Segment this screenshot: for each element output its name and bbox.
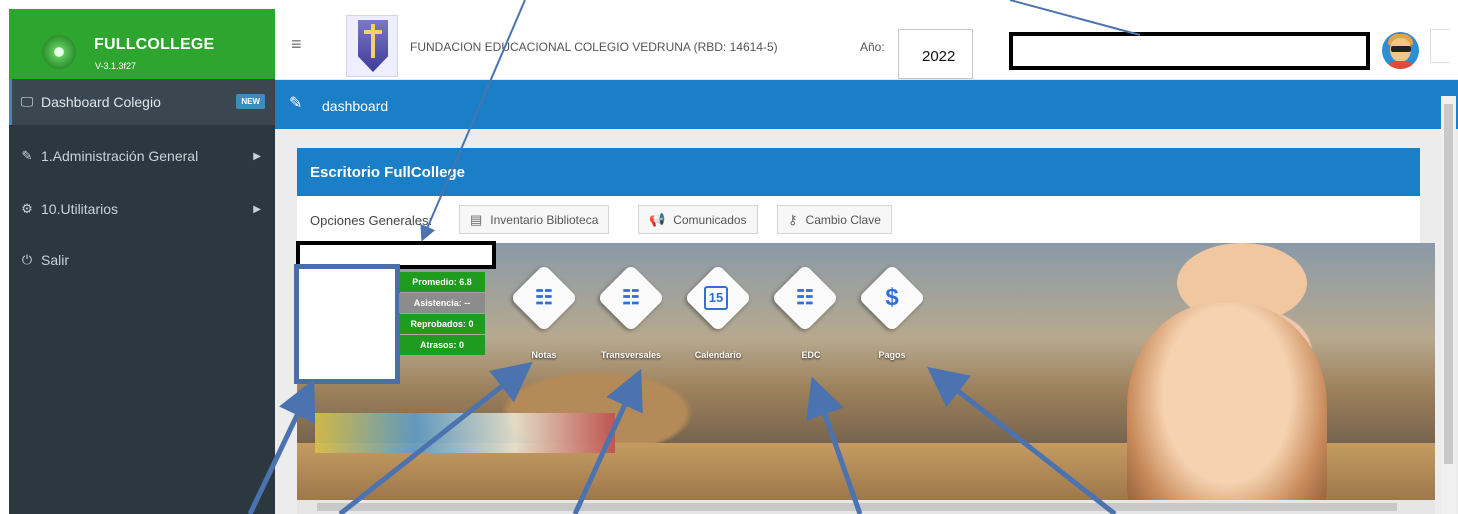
sidebar-item-label: Dashboard Colegio bbox=[41, 94, 161, 110]
clipboard-icon: ☷ bbox=[796, 287, 814, 309]
calendar-icon: 15 bbox=[704, 286, 728, 310]
scrollbar-thumb[interactable] bbox=[317, 503, 1397, 511]
stat-asistencia: Asistencia: -- bbox=[399, 293, 485, 313]
options-toolbar: Opciones Generales: ▤ Inventario Bibliot… bbox=[297, 196, 1420, 243]
logo-icon bbox=[42, 35, 76, 69]
chevron-right-icon: ▶ bbox=[253, 150, 261, 162]
avatar-sunglasses bbox=[1391, 46, 1411, 52]
stat-atrasos: Atrasos: 0 bbox=[399, 335, 485, 355]
school-name: FUNDACION EDUCACIONAL COLEGIO VEDRUNA (R… bbox=[410, 40, 778, 54]
sidebar-item-label: 1.Administración General bbox=[41, 148, 199, 164]
year-selector[interactable]: 2022 bbox=[898, 29, 973, 79]
book-icon: ▤ bbox=[470, 211, 483, 227]
app-version: V-3.1.3f27 bbox=[95, 61, 137, 71]
breadcrumb: ✎ dashboard bbox=[275, 80, 1458, 129]
stat-promedio: Promedio: 6.8 bbox=[399, 272, 485, 292]
sidebar-item-salir[interactable]: ⏻ Salir bbox=[9, 237, 275, 283]
options-label: Opciones Generales: bbox=[310, 213, 433, 228]
button-label: Cambio Clave bbox=[805, 212, 881, 227]
sidebar-item-dashboard-colegio[interactable]: 🖵 Dashboard Colegio NEW bbox=[9, 79, 275, 125]
megaphone-icon: 📢 bbox=[649, 211, 666, 227]
sidebar-item-administracion-general[interactable]: ✎ 1.Administración General ▶ bbox=[9, 133, 275, 179]
photo-child bbox=[1127, 303, 1327, 514]
app-root: FULLCOLLEGE V-3.1.3f27 🖵 Dashboard Coleg… bbox=[0, 0, 1458, 514]
year-label: Año: bbox=[860, 40, 885, 54]
app-title: FULLCOLLEGE bbox=[94, 36, 215, 53]
dollar-icon: $ bbox=[885, 284, 899, 311]
sidebar-item-utilitarios[interactable]: ⚙ 10.Utilitarios ▶ bbox=[9, 186, 275, 232]
key-icon: ⚷ bbox=[788, 211, 798, 227]
hamburger-menu-icon[interactable]: ≡ bbox=[291, 34, 302, 55]
new-badge: NEW bbox=[236, 94, 265, 109]
sidebar-item-label: 10.Utilitarios bbox=[41, 201, 119, 217]
clipboard-icon: ☷ bbox=[535, 287, 553, 309]
breadcrumb-label[interactable]: dashboard bbox=[322, 98, 388, 114]
school-crest-logo bbox=[346, 15, 398, 77]
cambio-clave-button[interactable]: ⚷ Cambio Clave bbox=[777, 205, 892, 234]
chevron-right-icon: ▶ bbox=[253, 203, 261, 215]
avatar-shirt bbox=[1386, 61, 1415, 69]
photo-books bbox=[315, 413, 615, 453]
panel-title: Escritorio FullCollege bbox=[297, 148, 1420, 196]
avatar[interactable] bbox=[1382, 32, 1419, 69]
app-logo-block[interactable]: FULLCOLLEGE V-3.1.3f27 bbox=[9, 9, 275, 79]
pagos-label[interactable]: Pagos bbox=[847, 350, 937, 360]
student-photo bbox=[294, 264, 400, 384]
edit-icon: ✎ bbox=[289, 95, 303, 112]
edc-label[interactable]: EDC bbox=[766, 350, 856, 360]
edit-icon: ✎ bbox=[21, 148, 33, 163]
active-indicator bbox=[9, 79, 12, 125]
user-menu-toggle[interactable] bbox=[1430, 29, 1450, 63]
top-header: ≡ FUNDACION EDUCACIONAL COLEGIO VEDRUNA … bbox=[275, 9, 1458, 80]
sidebar-item-label: Salir bbox=[41, 252, 70, 268]
sidebar: 🖵 Dashboard Colegio NEW ✎ 1.Administraci… bbox=[9, 79, 275, 514]
stat-reprobados: Reprobados: 0 bbox=[399, 314, 485, 334]
scrollbar-thumb[interactable] bbox=[1444, 104, 1453, 464]
vertical-scrollbar[interactable] bbox=[1441, 96, 1456, 514]
horizontal-scrollbar[interactable] bbox=[297, 500, 1435, 514]
button-label: Inventario Biblioteca bbox=[490, 212, 599, 227]
power-icon: ⏻ bbox=[21, 252, 33, 267]
button-label: Comunicados bbox=[673, 212, 747, 227]
calendario-label[interactable]: Calendario bbox=[673, 350, 763, 360]
inventario-biblioteca-button[interactable]: ▤ Inventario Biblioteca bbox=[459, 205, 610, 234]
redacted-user-name bbox=[1009, 32, 1370, 70]
monitor-icon: 🖵 bbox=[20, 94, 34, 109]
crest-crossbar bbox=[364, 30, 382, 34]
clipboard-icon: ☷ bbox=[622, 287, 640, 309]
comunicados-button[interactable]: 📢 Comunicados bbox=[638, 205, 758, 234]
transversales-label[interactable]: Transversales bbox=[586, 350, 676, 360]
gear-icon: ⚙ bbox=[21, 201, 33, 216]
student-stats: Promedio: 6.8 Asistencia: -- Reprobados:… bbox=[399, 272, 485, 356]
notas-label[interactable]: Notas bbox=[499, 350, 589, 360]
